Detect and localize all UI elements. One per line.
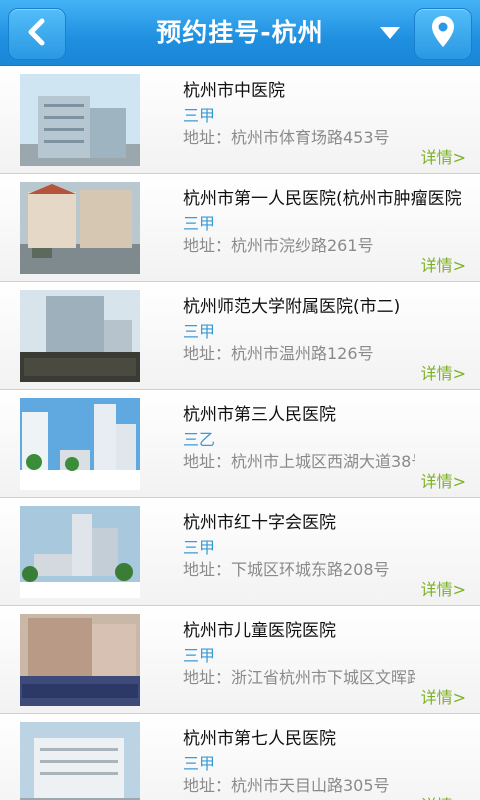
hospital-photo [20, 290, 140, 382]
detail-link[interactable]: 详情> [421, 468, 466, 492]
hospital-name: 杭州市第一人民医院(杭州市肿瘤医院 [183, 189, 462, 209]
hospital-level: 三甲 [183, 646, 216, 665]
caret-down-icon [379, 25, 401, 44]
city-dropdown[interactable] [378, 24, 402, 44]
detail-link[interactable]: 详情> [421, 252, 466, 276]
hospital-list-item[interactable]: 杭州市红十字会医院 三甲 地址：下城区环城东路208号 详情> [0, 498, 480, 606]
hospital-level: 三乙 [183, 430, 216, 449]
hospital-address: 地址：杭州市上城区西湖大道38号 [183, 452, 415, 471]
hospital-photo [20, 182, 140, 274]
hospital-level: 三甲 [183, 322, 216, 341]
back-button[interactable] [8, 8, 66, 60]
detail-link[interactable]: 详情> [421, 144, 466, 168]
hospital-list-item[interactable]: 杭州师范大学附属医院(市二) 三甲 地址：杭州市温州路126号 详情> [0, 282, 480, 390]
hospital-address: 地址：杭州市体育场路453号 [183, 128, 390, 147]
hospital-address: 地址：杭州市温州路126号 [183, 344, 374, 363]
hospital-list-item[interactable]: 杭州市第一人民医院(杭州市肿瘤医院 三甲 地址：杭州市浣纱路261号 详情> [0, 174, 480, 282]
page-title: 预约挂号-杭州 [156, 18, 324, 47]
hospital-list-item[interactable]: 杭州市第三人民医院 三乙 地址：杭州市上城区西湖大道38号 详情> [0, 390, 480, 498]
hospital-photo [20, 74, 140, 166]
hospital-level: 三甲 [183, 106, 216, 125]
hospital-name: 杭州市红十字会医院 [183, 513, 336, 533]
hospital-name: 杭州市第三人民医院 [183, 405, 336, 425]
location-button[interactable] [414, 8, 472, 60]
hospital-level: 三甲 [183, 754, 216, 773]
hospital-address: 地址：浙江省杭州市下城区文晖路 [183, 668, 415, 687]
hospital-photo [20, 398, 140, 490]
hospital-name: 杭州市中医院 [183, 81, 285, 101]
hospital-list-item[interactable]: 杭州市儿童医院医院 三甲 地址：浙江省杭州市下城区文晖路 详情> [0, 606, 480, 714]
hospital-photo [20, 614, 140, 706]
hospital-list-item[interactable]: 杭州市中医院 三甲 地址：杭州市体育场路453号 详情> [0, 66, 480, 174]
hospital-address: 地址：杭州市浣纱路261号 [183, 236, 374, 255]
hospital-level: 三甲 [183, 538, 216, 557]
hospital-name: 杭州师范大学附属医院(市二) [183, 297, 401, 317]
detail-link[interactable]: 详情> [421, 684, 466, 708]
hospital-name: 杭州市儿童医院医院 [183, 621, 336, 641]
hospital-photo [20, 506, 140, 598]
hospital-address: 地址：杭州市天目山路305号 [183, 776, 390, 795]
hospital-photo [20, 722, 140, 800]
title-bar: 预约挂号-杭州 [0, 0, 480, 66]
location-pin-icon [430, 15, 456, 53]
hospital-list-item[interactable]: 杭州市第七人民医院 三甲 地址：杭州市天目山路305号 详情> [0, 714, 480, 800]
detail-link[interactable]: 详情> [421, 576, 466, 600]
detail-link[interactable]: 详情> [421, 792, 466, 800]
hospital-address: 地址：下城区环城东路208号 [183, 560, 390, 579]
detail-link[interactable]: 详情> [421, 360, 466, 384]
hospital-name: 杭州市第七人民医院 [183, 729, 336, 749]
hospital-level: 三甲 [183, 214, 216, 233]
hospital-list[interactable]: 杭州市中医院 三甲 地址：杭州市体育场路453号 详情> 杭州市第一人民医院(杭… [0, 66, 480, 800]
back-arrow-icon [23, 17, 51, 51]
